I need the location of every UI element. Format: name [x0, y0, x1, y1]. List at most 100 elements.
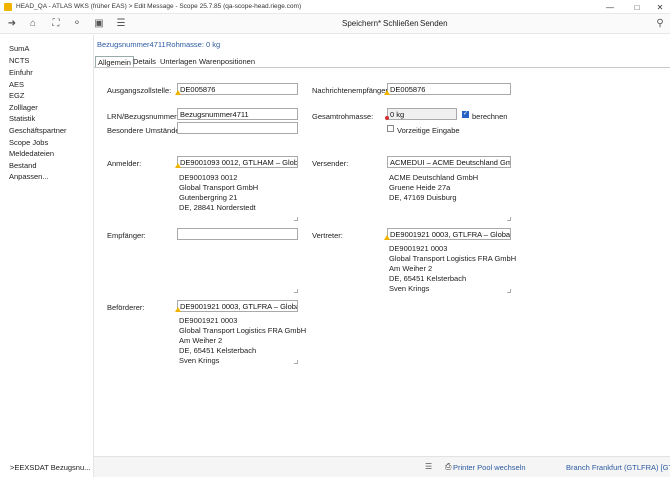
- address-line: DE9001093 0012: [179, 173, 238, 182]
- ausgangszollstelle-label: Ausgangszollstelle:: [107, 86, 172, 95]
- ausgangszollstelle-field[interactable]: DE005876: [177, 83, 298, 95]
- resize-handle-icon[interactable]: [507, 289, 511, 293]
- title-bar: HEAD_QA - ATLAS WKS (früher EAS) > Edit …: [0, 0, 670, 14]
- address-line: Sven Krings: [389, 284, 430, 293]
- nachrichtenempfaenger-label: Nachrichtenempfänger:: [312, 86, 390, 95]
- reference-number: Bezugsnummer4711: [97, 40, 166, 49]
- printer-icon: ⎙: [445, 462, 452, 471]
- branch-link[interactable]: Branch Frankfurt (GTLFRA) [GTL]: [566, 463, 670, 472]
- search-icon[interactable]: ⚲: [654, 18, 666, 30]
- tab-divider: [94, 67, 670, 68]
- header-mass: Rohmasse: 0 kg: [166, 40, 221, 49]
- warning-icon: [175, 90, 181, 95]
- besondere-umstaende-field[interactable]: [177, 122, 298, 134]
- sidebar-item-scope-jobs[interactable]: Scope Jobs: [9, 138, 48, 147]
- menu-icon[interactable]: ☰: [115, 18, 127, 30]
- tab-allgemein[interactable]: Allgemein: [95, 56, 134, 67]
- vertreter-label: Vertreter:: [312, 231, 343, 240]
- befoerderer-field[interactable]: DE9001921 0003, GTLFRA – Global Tra: [177, 300, 298, 312]
- sidebar-item-anpassen[interactable]: Anpassen...: [9, 172, 49, 181]
- sidebar-item-suma[interactable]: SumA: [9, 44, 29, 53]
- close-button[interactable]: Schließen: [383, 19, 419, 28]
- resize-handle-icon[interactable]: [294, 360, 298, 364]
- address-line: Am Weiher 2: [179, 336, 223, 345]
- warning-icon: [175, 163, 181, 168]
- berechnen-checkbox[interactable]: [462, 110, 469, 118]
- anmelder-label: Anmelder:: [107, 159, 142, 168]
- list-icon[interactable]: ☰: [425, 462, 432, 471]
- empfaenger-field[interactable]: [177, 228, 298, 240]
- anmelder-field[interactable]: DE9001093 0012, GTLHAM – Global Tr: [177, 156, 298, 168]
- window-title: HEAD_QA - ATLAS WKS (früher EAS) > Edit …: [16, 3, 302, 10]
- vorzeitige-eingabe-checkbox[interactable]: [387, 125, 394, 132]
- gesamtrohmasse-label: Gesamtrohmasse:: [312, 112, 374, 121]
- address-line: Global Transport GmbH: [179, 183, 259, 192]
- address-line: Gruene Heide 27a: [389, 183, 451, 192]
- inbox-icon[interactable]: ▣: [93, 18, 105, 30]
- toolbar: ➜ ⌂ ⛶ ⚬ ▣ ☰ Speichern* Schließen Senden …: [0, 14, 670, 34]
- gesamtrohmasse-field[interactable]: 0 kg: [387, 108, 457, 120]
- sidebar-item-meldedateien[interactable]: Meldedateien: [9, 149, 54, 158]
- sidebar: SumA NCTS Einfuhr AES EGZ Zolllager Stat…: [0, 35, 94, 477]
- address-line: DE9001921 0003: [389, 244, 448, 253]
- tab-warenpositionen[interactable]: Warenpositionen: [197, 56, 257, 67]
- address-line: Gutenbergring 21: [179, 193, 238, 202]
- vorzeitige-eingabe-label: Vorzeitige Eingabe: [397, 126, 460, 135]
- back-arrow-icon[interactable]: ➜: [6, 18, 18, 30]
- warning-icon: [175, 307, 181, 312]
- versender-field[interactable]: ACMEDUI – ACME Deutschland GmbH: [387, 156, 511, 168]
- share-icon[interactable]: ⚬: [71, 18, 83, 30]
- warning-icon: [384, 235, 390, 240]
- resize-handle-icon[interactable]: [294, 217, 298, 221]
- befoerderer-address: DE9001921 0003 Global Transport Logistic…: [179, 316, 306, 366]
- sidebar-item-bestand[interactable]: Bestand: [9, 161, 37, 170]
- berechnen-label: berechnen: [472, 112, 508, 121]
- address-line: DE, 47169 Duisburg: [389, 193, 457, 202]
- home-icon[interactable]: ⌂: [27, 18, 39, 30]
- tab-details[interactable]: Details: [131, 56, 158, 67]
- lrn-field[interactable]: Bezugsnummer4711: [177, 108, 298, 120]
- versender-label: Versender:: [312, 159, 349, 168]
- address-line: Am Weiher 2: [389, 264, 433, 273]
- app-icon: [4, 2, 12, 11]
- sidebar-item-statistik[interactable]: Statistik: [9, 114, 35, 123]
- vertreter-field[interactable]: DE9001921 0003, GTLFRA – Global Trar: [387, 228, 511, 240]
- send-button[interactable]: Senden: [420, 19, 448, 28]
- nachrichtenempfaenger-field[interactable]: DE005876: [387, 83, 511, 95]
- address-line: DE, 65451 Kelsterbach: [389, 274, 467, 283]
- sidebar-item-aes[interactable]: AES: [9, 80, 24, 89]
- address-line: Global Transport Logistics FRA GmbH: [389, 254, 517, 263]
- printer-pool-link[interactable]: Printer Pool wechseln: [453, 463, 526, 472]
- address-line: DE, 28841 Norderstedt: [179, 203, 256, 212]
- address-line: Global Transport Logistics FRA GmbH: [179, 326, 307, 335]
- sidebar-item-einfuhr[interactable]: Einfuhr: [9, 68, 33, 77]
- sidebar-item-egz[interactable]: EGZ: [9, 91, 24, 100]
- lrn-label: LRN/Bezugsnummer:: [107, 112, 179, 121]
- main-panel: Bezugsnummer4711 Rohmasse: 0 kg Allgemei…: [94, 35, 670, 456]
- empfaenger-label: Empfänger:: [107, 231, 146, 240]
- sidebar-item-zolllager[interactable]: Zolllager: [9, 103, 38, 112]
- sidebar-item-geschaeftspartner[interactable]: Geschäftspartner: [9, 126, 67, 135]
- befoerderer-label: Beförderer:: [107, 303, 145, 312]
- status-bar: ☰ ⎙ Printer Pool wechseln Branch Frankfu…: [94, 456, 670, 477]
- anmelder-address: DE9001093 0012 Global Transport GmbH Gut…: [179, 173, 258, 213]
- resize-handle-icon[interactable]: [507, 217, 511, 221]
- sidebar-item-ncts[interactable]: NCTS: [9, 56, 29, 65]
- address-line: DE9001921 0003: [179, 316, 238, 325]
- address-line: ACME Deutschland GmbH: [389, 173, 479, 182]
- besondere-umstaende-label: Besondere Umstände:: [107, 126, 182, 135]
- versender-address: ACME Deutschland GmbH Gruene Heide 27a D…: [389, 173, 478, 203]
- warning-icon: [384, 90, 390, 95]
- error-icon: [385, 116, 389, 120]
- address-line: Sven Krings: [179, 356, 220, 365]
- vertreter-address: DE9001921 0003 Global Transport Logistic…: [389, 244, 516, 294]
- save-button[interactable]: Speichern*: [342, 19, 381, 28]
- expand-icon[interactable]: ⛶: [50, 18, 62, 30]
- close-icon[interactable]: ✕: [648, 0, 670, 14]
- minimize-icon[interactable]: —: [598, 0, 622, 14]
- maximize-icon[interactable]: □: [625, 0, 649, 14]
- tab-unterlagen[interactable]: Unterlagen: [158, 56, 199, 67]
- sidebar-current-message[interactable]: >EEXSDAT Bezugsnu...: [10, 463, 90, 472]
- address-line: DE, 65451 Kelsterbach: [179, 346, 257, 355]
- resize-handle-icon[interactable]: [294, 289, 298, 293]
